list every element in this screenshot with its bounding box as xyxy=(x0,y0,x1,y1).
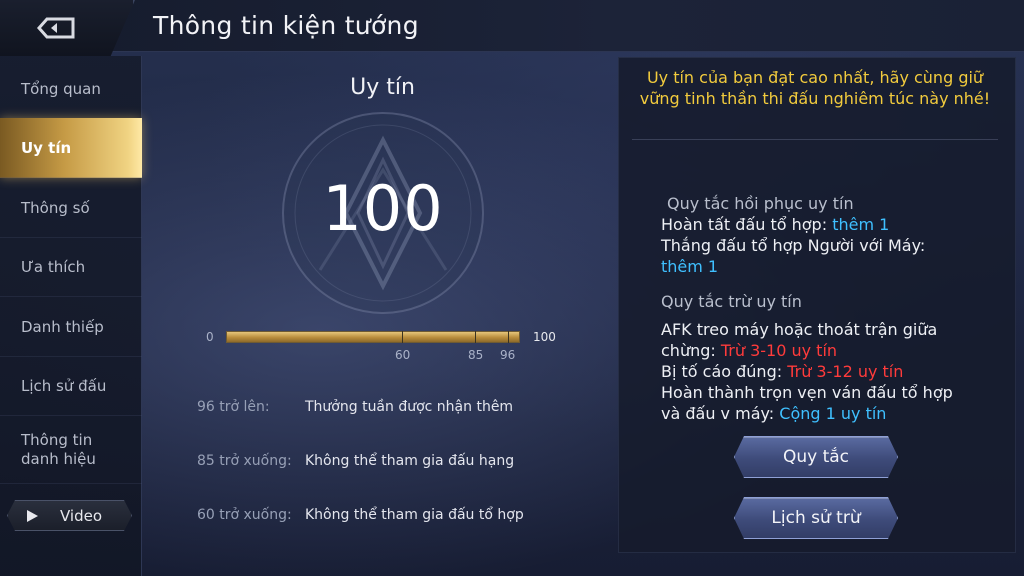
rule-text: chừng: xyxy=(661,341,721,360)
sidebar-item-match-history[interactable]: Lịch sử đấu xyxy=(0,356,142,416)
sidebar-item-business-card[interactable]: Danh thiếp xyxy=(0,297,142,357)
rule-value: Trừ 3-12 uy tín xyxy=(787,362,904,381)
sidebar-item-label: Uy tín xyxy=(21,138,72,157)
rule-value: Cộng 1 uy tín xyxy=(779,404,887,423)
progress-min-label: 0 xyxy=(206,330,214,344)
threshold-rule: 60 trở xuống: Không thể tham gia đấu tổ h… xyxy=(197,507,524,523)
rule-value: Trừ 3-10 uy tín xyxy=(720,341,838,360)
sidebar-item-favorites[interactable]: Ưa thích xyxy=(0,237,142,297)
threshold-rule: 96 trở lên: Thưởng tuần được nhận thêm xyxy=(197,399,513,415)
reputation-title: Uy tín xyxy=(350,75,415,100)
sidebar-item-label: Tổng quan xyxy=(21,79,101,98)
rule-description: Không thể tham gia đấu hạng xyxy=(305,453,515,469)
sidebar-item-overview[interactable]: Tổng quan xyxy=(0,59,142,119)
reputation-notice: Uy tín của bạn đạt cao nhất, hãy cùng gi… xyxy=(639,68,991,108)
rule-description: Thưởng tuần được nhận thêm xyxy=(305,399,514,415)
threshold-label: 85 xyxy=(468,348,484,362)
deduction-rule-1b: chừng: Trừ 3-10 uy tín xyxy=(661,340,837,361)
sidebar: Tổng quan Uy tín Thông số Ưa thích Danh … xyxy=(0,56,142,576)
sidebar-item-title-info[interactable]: Thông tin danh hiệu xyxy=(0,416,142,484)
rule-condition: 85 trở xuống: xyxy=(197,453,292,469)
threshold-label: 60 xyxy=(395,348,411,362)
deduction-history-button[interactable]: Lịch sử trừ xyxy=(734,497,898,539)
rule-text: và đấu v máy: xyxy=(661,404,780,423)
threshold-rule: 85 trở xuống: Không thể tham gia đấu hạng xyxy=(197,453,514,469)
deduction-rule-3a: Hoàn thành trọn vẹn ván đấu tổ hợp xyxy=(661,383,953,402)
recovery-rule-1: Hoàn tất đấu tổ hợp: thêm 1 xyxy=(661,214,889,235)
progress-max-label: 100 xyxy=(533,330,556,344)
divider xyxy=(632,139,998,140)
video-button[interactable]: Video xyxy=(7,500,132,531)
sidebar-item-label: Thông tin xyxy=(21,430,93,449)
sidebar-item-label: Danh thiếp xyxy=(21,317,104,336)
rule-text: Bị tố cáo đúng: xyxy=(661,362,788,381)
deduction-rule-2: Bị tố cáo đúng: Trừ 3-12 uy tín xyxy=(661,361,903,382)
rules-button[interactable]: Quy tắc xyxy=(734,436,898,478)
deduction-rule-1a: AFK treo máy hoặc thoát trận giữa xyxy=(661,320,938,339)
rule-value: thêm 1 xyxy=(661,257,719,276)
threshold-tick xyxy=(402,331,403,343)
recovery-rule-2: Thắng đấu tổ hợp Người với Máy: xyxy=(661,236,926,255)
sidebar-item-stats[interactable]: Thông số xyxy=(0,178,142,238)
sidebar-item-label: Ưa thích xyxy=(21,257,86,276)
rule-condition: 60 trở xuống: xyxy=(197,507,292,523)
rule-value: thêm 1 xyxy=(832,215,890,234)
sidebar-item-label: Lịch sử đấu xyxy=(21,376,107,395)
page-title: Thông tin kiện tướng xyxy=(153,11,419,40)
sidebar-item-label: Thông số xyxy=(21,198,90,217)
rule-description: Không thể tham gia đấu tổ hợp xyxy=(305,507,524,523)
deduction-rule-3b: và đấu v máy: Cộng 1 uy tín xyxy=(661,403,886,424)
sidebar-item-reputation[interactable]: Uy tín xyxy=(0,118,142,178)
reputation-score: 100 xyxy=(322,172,444,245)
back-arrow-icon xyxy=(36,17,74,39)
recovery-heading: Quy tắc hồi phục uy tín xyxy=(667,194,854,213)
sidebar-item-label: danh hiệu xyxy=(21,449,96,468)
video-label: Video xyxy=(60,506,103,525)
threshold-label: 96 xyxy=(500,348,516,362)
play-icon xyxy=(25,509,39,523)
rule-text: Hoàn tất đấu tổ hợp: xyxy=(661,215,833,234)
rule-condition: 96 trở lên: xyxy=(197,399,270,415)
threshold-tick xyxy=(508,331,509,343)
deduction-heading: Quy tắc trừ uy tín xyxy=(661,292,802,311)
threshold-tick xyxy=(475,331,476,343)
